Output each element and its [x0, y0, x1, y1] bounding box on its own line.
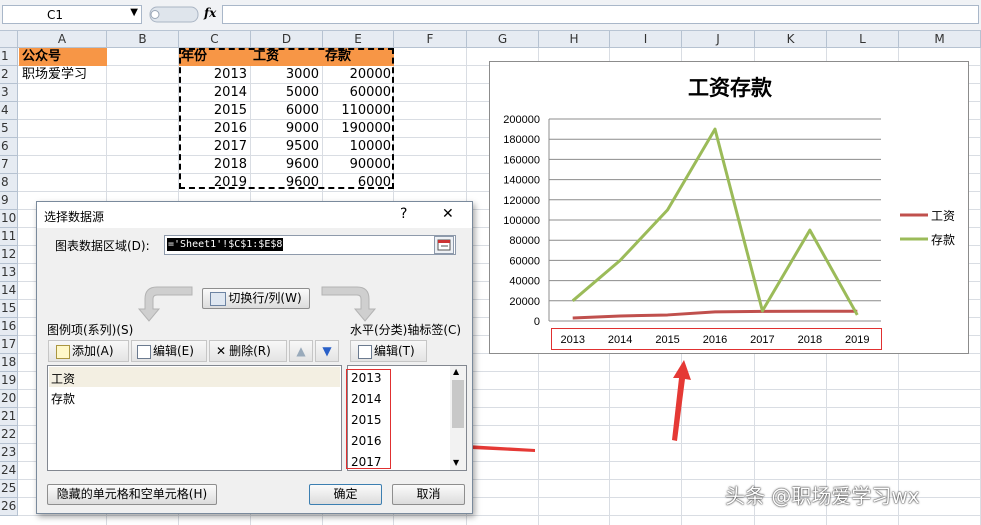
add-series-button[interactable]: 添加(A): [48, 340, 129, 362]
arrow-up-icon: [672, 360, 691, 441]
arrow-up-icon: ▲: [296, 344, 306, 358]
range-input[interactable]: ='Sheet1'!$C$1:$E$8: [164, 235, 456, 255]
scroll-up-icon[interactable]: ▲: [453, 367, 459, 376]
range-value: ='Sheet1'!$C$1:$E$8: [167, 238, 284, 251]
ok-button[interactable]: 确定: [309, 484, 382, 505]
switch-icon: [210, 291, 227, 306]
edit-axis-labels-button[interactable]: 编辑(T): [350, 340, 427, 362]
axis-section-label: 水平(分类)轴标签(C): [350, 323, 462, 337]
collapse-dialog-icon[interactable]: [434, 236, 454, 254]
watermark: 头条 @职场爱学习wx: [725, 484, 920, 508]
edit-series-button[interactable]: 编辑(E): [131, 340, 207, 362]
axis-labels-list[interactable]: 2013 2014 2015 2016 2017 ▲ ▼: [346, 365, 467, 471]
move-down-button[interactable]: ▼: [315, 340, 339, 362]
series-item-savings[interactable]: 存款: [51, 390, 75, 407]
series-item-salary[interactable]: 工资: [51, 370, 75, 387]
move-up-button[interactable]: ▲: [289, 340, 313, 362]
scroll-down-icon[interactable]: ▼: [453, 458, 459, 467]
delete-series-button[interactable]: ✕ 删除(R): [209, 340, 287, 362]
close-icon[interactable]: ✕: [442, 206, 454, 222]
switch-row-column-button[interactable]: 切换行/列(W): [202, 288, 310, 309]
scroll-thumb[interactable]: [452, 380, 464, 428]
add-icon: [56, 344, 70, 359]
edit-icon: [137, 344, 151, 359]
legend-section-label: 图例项(系列)(S): [47, 323, 134, 337]
select-data-source-dialog: 选择数据源 ? ✕ 图表数据区域(D): ='Sheet1'!$C$1:$E$8…: [36, 201, 473, 514]
dialog-title: 选择数据源: [44, 210, 105, 224]
arrow-down-icon: ▼: [322, 344, 332, 358]
delete-icon: ✕: [216, 344, 227, 358]
series-list[interactable]: 工资 存款: [47, 365, 342, 471]
axis-items-highlight-box: [346, 369, 391, 469]
edit-icon: [358, 344, 372, 359]
axis-list-scrollbar[interactable]: ▲ ▼: [450, 366, 466, 470]
selected-series-highlight: [49, 367, 340, 387]
hidden-empty-cells-button[interactable]: 隐藏的单元格和空单元格(H): [47, 484, 217, 505]
cancel-button[interactable]: 取消: [392, 484, 465, 505]
range-label: 图表数据区域(D):: [55, 239, 150, 253]
help-icon[interactable]: ?: [400, 206, 407, 222]
